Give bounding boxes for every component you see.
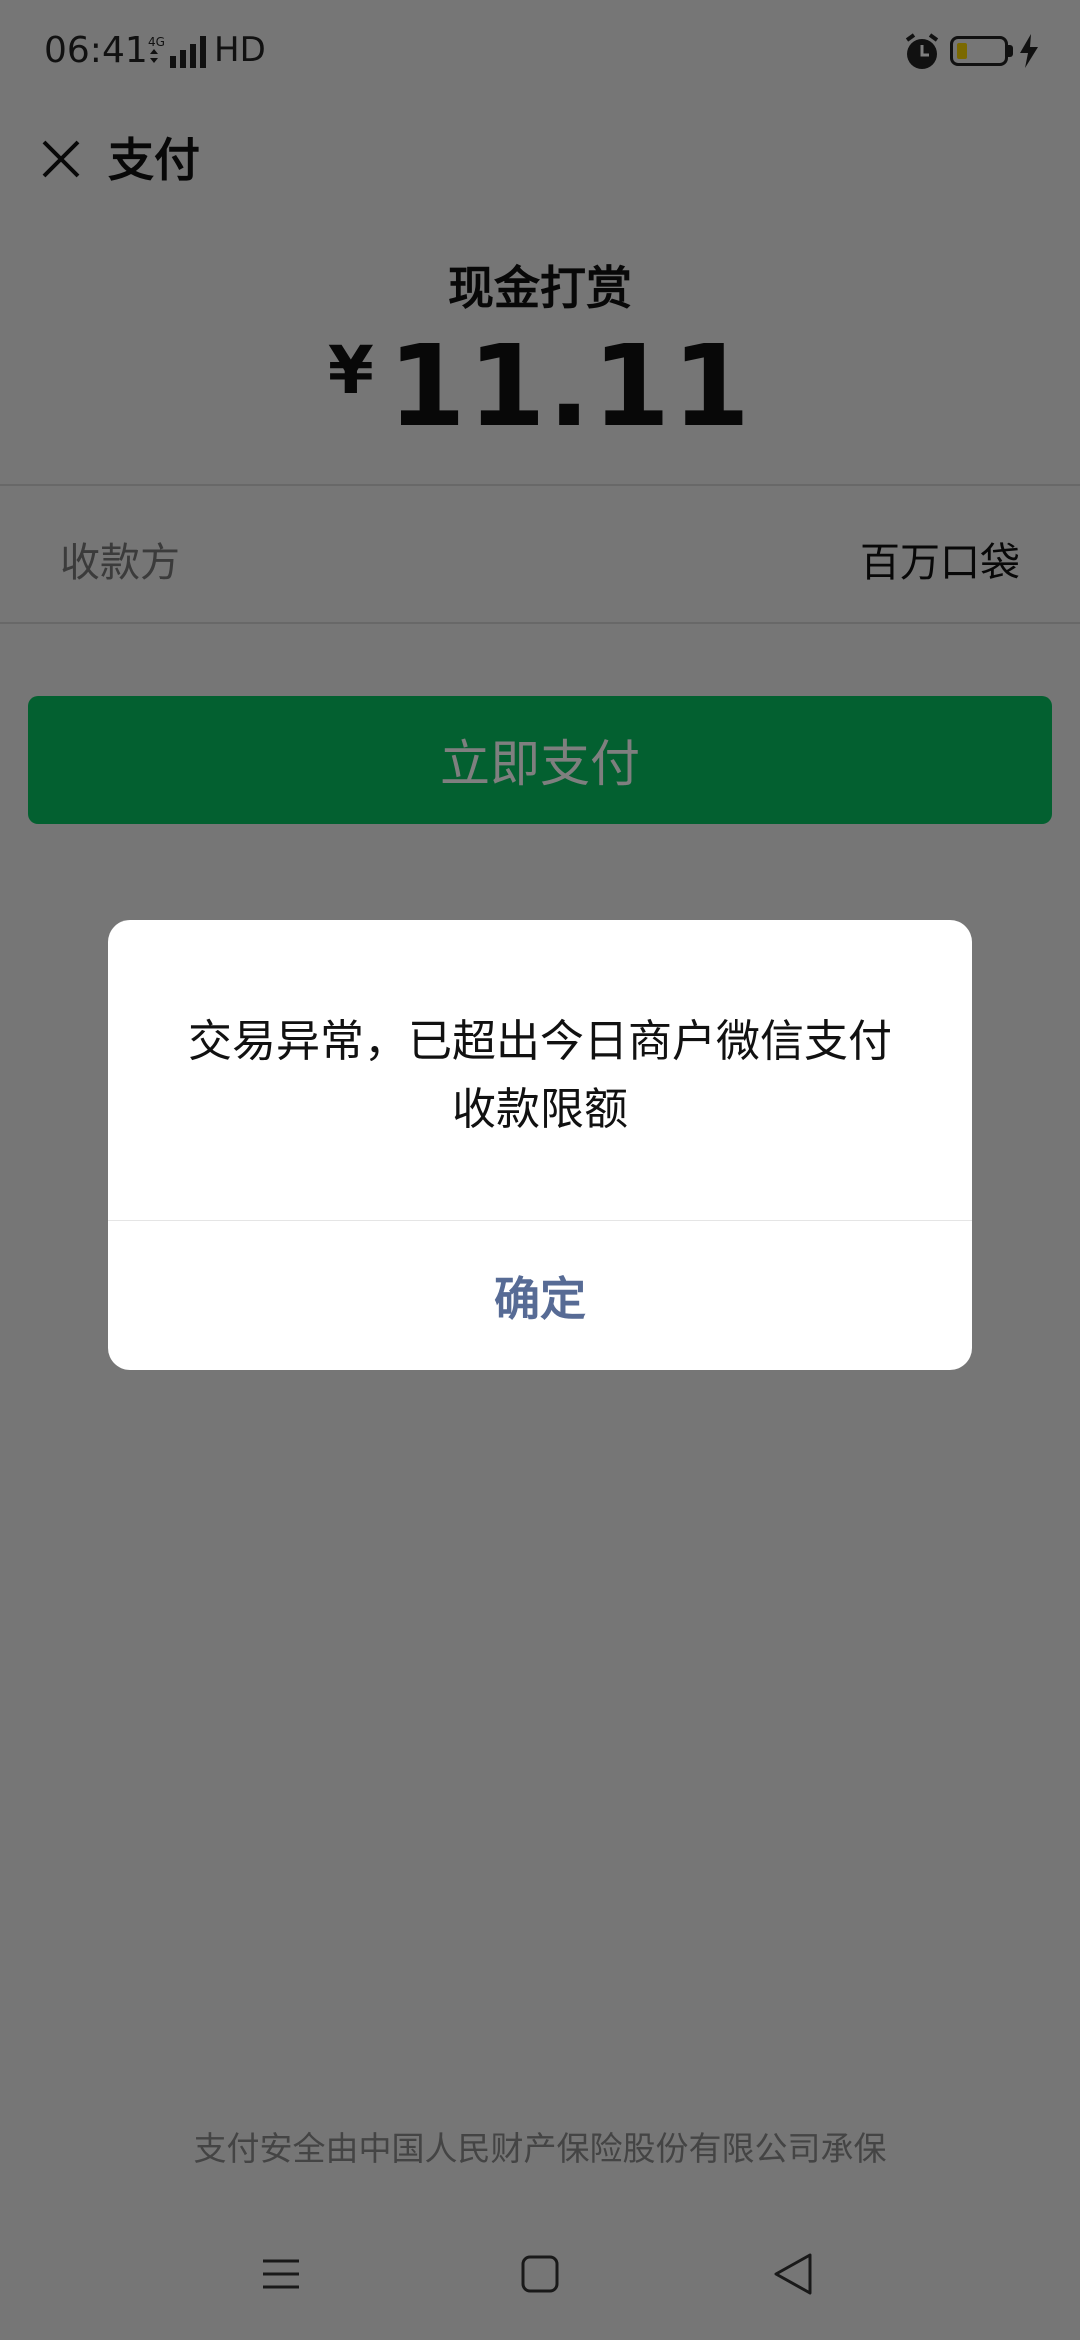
dialog-message: 交易异常，已超出今日商户微信支付收款限额 (188, 1016, 892, 1135)
alert-dialog: 交易异常，已超出今日商户微信支付收款限额 确定 (108, 920, 972, 1370)
confirm-button[interactable]: 确定 (108, 1221, 972, 1370)
